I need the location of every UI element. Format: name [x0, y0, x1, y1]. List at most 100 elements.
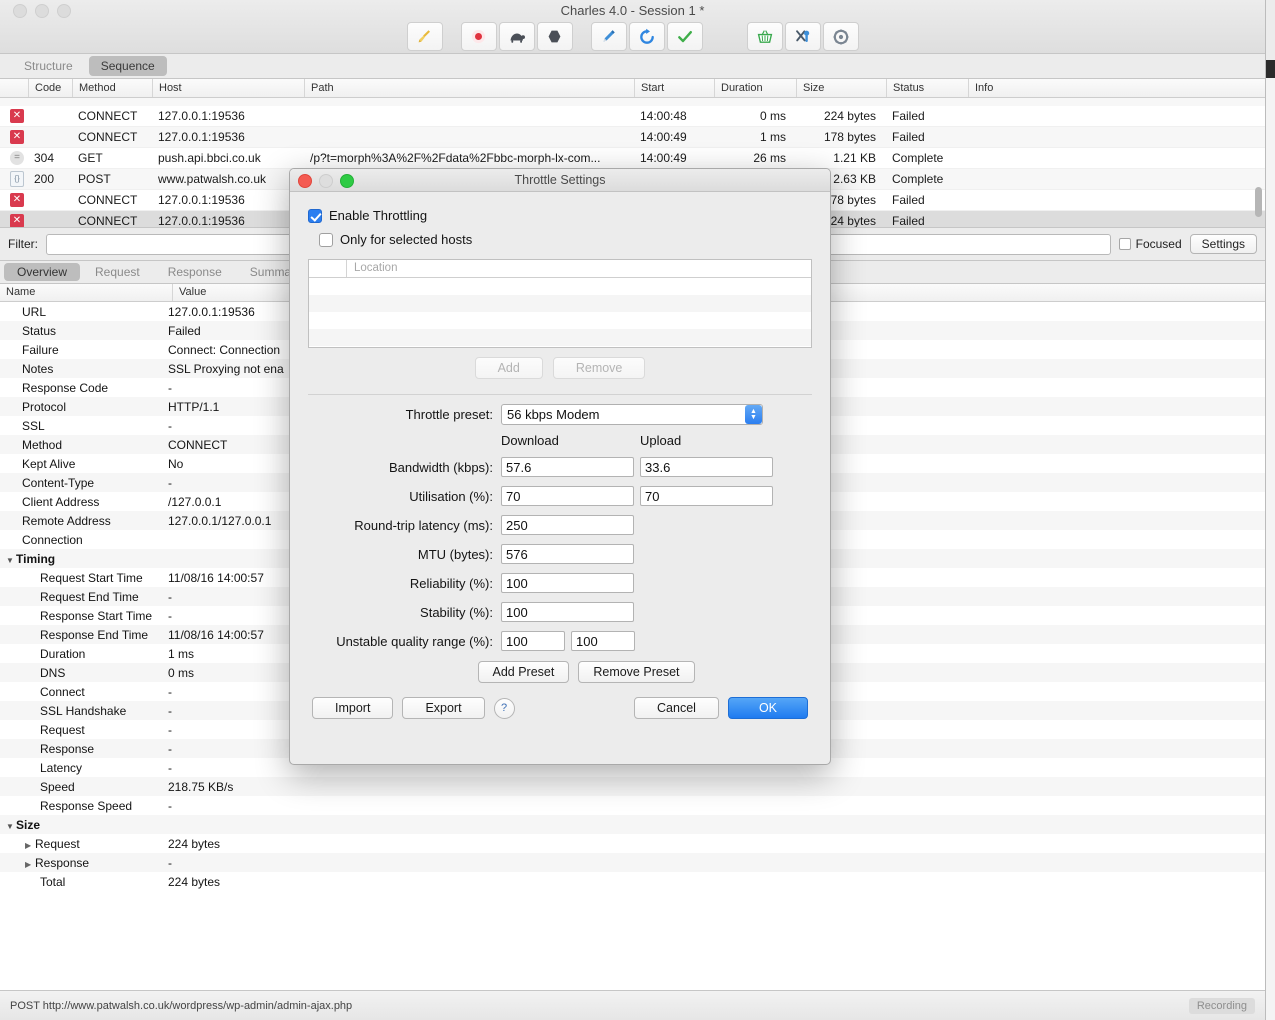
dialog-close-icon[interactable]: [298, 174, 312, 188]
dialog-traffic-lights[interactable]: [298, 174, 354, 188]
tools-button[interactable]: [784, 22, 821, 51]
breakpoints-button[interactable]: [536, 22, 573, 51]
detail-row[interactable]: Response Speed -: [0, 796, 1265, 815]
settings-button-filter[interactable]: Settings: [1189, 234, 1257, 254]
unstable-range-max-input[interactable]: 100: [571, 631, 635, 651]
divider: [308, 394, 812, 395]
tab-overview[interactable]: Overview: [4, 263, 81, 281]
throttle-preset-label: Throttle preset:: [405, 407, 493, 422]
detail-row-name: Response Code: [22, 380, 109, 395]
stability-input[interactable]: 100: [501, 602, 634, 622]
failed-icon: ✕: [10, 193, 24, 207]
disclosure-right-icon[interactable]: ▶: [25, 841, 35, 850]
bandwidth-row: Bandwidth (kbps): 57.6 33.6: [308, 457, 812, 477]
table-row[interactable]: ✕ CONNECT 127.0.0.1:19536 14:00:48 0 ms …: [0, 106, 1265, 127]
disclosure-down-icon[interactable]: ▼: [6, 822, 16, 831]
only-selected-hosts-checkbox[interactable]: [319, 232, 333, 247]
export-button[interactable]: Export: [402, 697, 485, 719]
row-method: POST: [78, 172, 111, 186]
column-header-location: Location: [354, 262, 398, 274]
row-duration: 1 ms: [759, 130, 786, 144]
record-button[interactable]: [460, 22, 497, 51]
focused-checkbox[interactable]: [1118, 238, 1131, 250]
location-row-empty[interactable]: [309, 295, 811, 312]
location-list[interactable]: Location: [308, 259, 812, 348]
column-header-host[interactable]: Host: [152, 79, 304, 97]
repeat-button[interactable]: [628, 22, 665, 51]
column-header-code[interactable]: Code: [28, 79, 72, 97]
table-row[interactable]: ✕ CONNECT 127.0.0.1:19536 14:00:49 1 ms …: [0, 127, 1265, 148]
add-preset-button[interactable]: Add Preset: [477, 661, 570, 683]
column-header-start[interactable]: Start: [634, 79, 714, 97]
location-row-empty[interactable]: [309, 312, 811, 329]
enable-throttling-row[interactable]: Enable Throttling: [308, 208, 812, 223]
remove-preset-button[interactable]: Remove Preset: [578, 661, 695, 683]
turtle-icon: [510, 33, 525, 43]
focused-checkbox-group[interactable]: Focused: [1118, 237, 1182, 251]
mtu-label: MTU (bytes):: [417, 546, 493, 562]
bandwidth-download-input[interactable]: 57.6: [501, 457, 634, 477]
tab-request[interactable]: Request: [82, 263, 153, 281]
latency-input[interactable]: 250: [501, 515, 634, 535]
help-icon[interactable]: ?: [493, 697, 515, 719]
column-header-status[interactable]: Status: [886, 79, 968, 97]
validate-button[interactable]: [666, 22, 703, 51]
tab-structure[interactable]: Structure: [12, 56, 85, 76]
column-header-size[interactable]: Size: [796, 79, 886, 97]
utilisation-download-input[interactable]: 70: [501, 486, 634, 506]
detail-row-name: Client Address: [22, 494, 100, 509]
detail-group-size[interactable]: ▼ Size: [0, 815, 1265, 834]
utilisation-row: Utilisation (%): 70 70: [308, 486, 812, 506]
detail-row-name: Content-Type: [22, 475, 95, 490]
detail-row[interactable]: Speed 218.75 KB/s: [0, 777, 1265, 796]
column-header-info[interactable]: Info: [968, 79, 1208, 97]
request-table-scrollbar[interactable]: [1255, 187, 1262, 217]
column-header-path[interactable]: Path: [304, 79, 634, 97]
view-tabs: Structure Sequence: [0, 54, 1265, 79]
dns-spoofing-button[interactable]: [746, 22, 783, 51]
tab-sequence[interactable]: Sequence: [88, 56, 167, 76]
bandwidth-upload-input[interactable]: 33.6: [640, 457, 773, 477]
row-start: 14:00:49: [640, 151, 687, 165]
throttle-button[interactable]: [498, 22, 535, 51]
mtu-input[interactable]: 576: [501, 544, 634, 564]
tab-response[interactable]: Response: [155, 263, 235, 281]
remove-location-button[interactable]: Remove: [552, 357, 646, 379]
only-selected-hosts-row[interactable]: Only for selected hosts: [319, 232, 812, 247]
add-location-button[interactable]: Add: [474, 357, 543, 379]
disclosure-right-icon[interactable]: ▶: [25, 860, 35, 869]
reliability-input[interactable]: 100: [501, 573, 634, 593]
mtu-row: MTU (bytes): 576: [308, 544, 812, 564]
row-method: CONNECT: [78, 109, 138, 123]
request-table-header: Code Method Host Path Start Duration Siz…: [0, 79, 1265, 98]
location-row-empty[interactable]: [309, 278, 811, 295]
enable-throttling-checkbox[interactable]: [308, 208, 322, 223]
row-host: 127.0.0.1:19536: [158, 109, 245, 123]
detail-row[interactable]: Total 224 bytes: [0, 872, 1265, 891]
column-header-method[interactable]: Method: [72, 79, 152, 97]
throttle-preset-select[interactable]: 56 kbps Modem ▲ ▼: [501, 404, 763, 425]
import-button[interactable]: Import: [312, 697, 394, 719]
location-row-empty[interactable]: [309, 329, 811, 346]
table-row[interactable]: = 304 GET push.api.bbci.co.uk /p?t=morph…: [0, 148, 1265, 169]
latency-label: Round-trip latency (ms):: [354, 517, 493, 533]
detail-row[interactable]: ▶ Request 224 bytes: [0, 834, 1265, 853]
detail-row-name: Method: [22, 437, 63, 452]
utilisation-upload-input[interactable]: 70: [640, 486, 773, 506]
ok-button[interactable]: OK: [727, 697, 808, 719]
detail-group-label: Size: [16, 817, 41, 832]
column-header-duration[interactable]: Duration: [714, 79, 796, 97]
compose-button[interactable]: [590, 22, 627, 51]
focused-label: Focused: [1135, 237, 1182, 251]
detail-row-name: ▶ Response: [0, 856, 166, 870]
disclosure-down-icon[interactable]: ▼: [6, 556, 16, 565]
recording-badge[interactable]: Recording: [1188, 997, 1255, 1014]
chevron-updown-icon[interactable]: ▲ ▼: [745, 405, 762, 424]
clear-button[interactable]: [406, 22, 443, 51]
cancel-button[interactable]: Cancel: [634, 697, 719, 719]
table-row-partial[interactable]: [0, 98, 1265, 106]
settings-button[interactable]: [822, 22, 859, 51]
unstable-range-min-input[interactable]: 100: [501, 631, 565, 651]
dialog-zoom-icon[interactable]: [340, 174, 354, 188]
detail-row[interactable]: ▶ Response -: [0, 853, 1265, 872]
